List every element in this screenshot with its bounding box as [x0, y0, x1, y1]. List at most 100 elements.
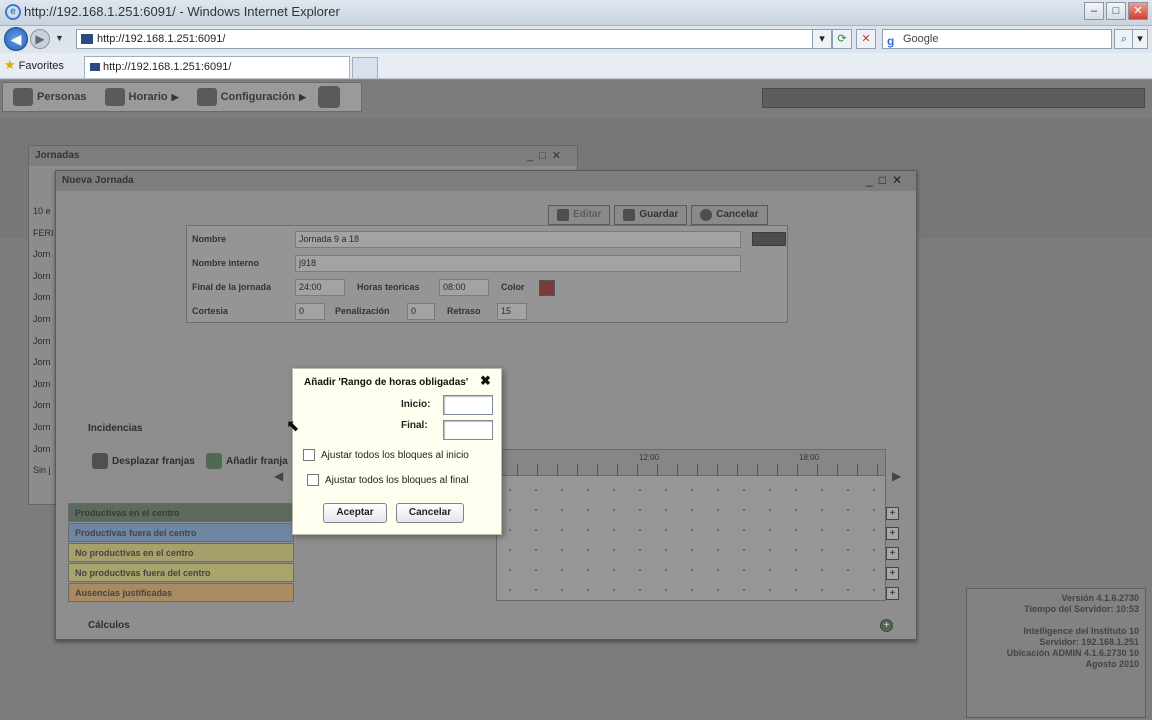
star-icon: ★: [4, 57, 16, 72]
refresh-button[interactable]: ⟳: [832, 29, 852, 49]
add-icon: [206, 453, 222, 469]
menu-personas-label: Personas: [37, 91, 87, 103]
nombre-interno-field[interactable]: j918: [295, 255, 741, 272]
category-productivas-centro[interactable]: Productivas en el centro: [68, 503, 294, 522]
timeline-cells[interactable]: [497, 480, 885, 600]
chevron-right-icon: ▶: [299, 91, 307, 102]
tab-label: http://192.168.1.251:6091/: [103, 61, 232, 73]
time-label: 12:00: [639, 453, 660, 462]
pencil-icon: [557, 209, 569, 221]
address-dropdown-button[interactable]: ▾: [812, 29, 832, 49]
search-options-button[interactable]: ▾: [1132, 29, 1148, 49]
guardar-button[interactable]: Guardar: [614, 205, 688, 225]
desplazar-franjas-button[interactable]: Desplazar franjas: [92, 453, 195, 469]
incidencias-categories: Productivas en el centro Productivas fue…: [68, 503, 294, 603]
search-button[interactable]: ⌕: [1114, 29, 1134, 49]
next-page-icon[interactable]: ▶: [892, 469, 901, 483]
ie-logo-icon: e: [5, 4, 21, 20]
exit-icon[interactable]: [318, 86, 341, 108]
row-add-button[interactable]: +: [886, 587, 899, 600]
close-icon[interactable]: ✖: [480, 373, 491, 389]
prev-page-icon[interactable]: ◀: [274, 469, 283, 483]
server-info-panel: Versión 4.1.6.2730 Tiempo del Servidor: …: [966, 588, 1146, 718]
retraso-label: Retraso: [447, 306, 481, 316]
cancelar-button[interactable]: Cancelar: [691, 205, 768, 225]
stop-button[interactable]: ✕: [856, 29, 876, 49]
row-add-button[interactable]: +: [886, 567, 899, 580]
menu-configuracion[interactable]: Configuración ▶: [191, 85, 312, 109]
final-jornada-field[interactable]: 24:00: [295, 279, 345, 296]
final-jornada-label: Final de la jornada: [192, 282, 272, 292]
maximize-button[interactable]: □: [1106, 2, 1126, 20]
nombre-extra-button[interactable]: [752, 232, 786, 246]
category-productivas-fuera[interactable]: Productivas fuera del centro: [68, 523, 294, 542]
horas-teoricas-field[interactable]: 08:00: [439, 279, 489, 296]
favorites-button[interactable]: ★ Favorites: [4, 57, 64, 73]
ajustar-inicio-label: Ajustar todos los bloques al inicio: [321, 449, 469, 461]
search-placeholder: Google: [903, 33, 939, 45]
address-bar[interactable]: http://192.168.1.251:6091/: [76, 29, 828, 49]
info-line: Servidor: 192.168.1.251: [1039, 637, 1139, 647]
inicio-input[interactable]: [443, 395, 493, 415]
save-icon: [623, 209, 636, 221]
menu-configuracion-label: Configuración: [220, 91, 296, 103]
history-dropdown-icon[interactable]: ▼: [55, 33, 64, 43]
row-add-button[interactable]: +: [886, 547, 899, 560]
address-text: http://192.168.1.251:6091/: [97, 33, 226, 45]
search-input[interactable]: g Google: [882, 29, 1112, 49]
jornadas-window-controls[interactable]: _□✕: [527, 149, 567, 162]
cortesia-label: Cortesia: [192, 306, 229, 316]
editar-button[interactable]: Editar: [548, 205, 611, 225]
timeline-ticks: [497, 464, 885, 476]
dialog-title: Añadir 'Rango de horas obligadas': [304, 377, 469, 388]
back-button[interactable]: ◀: [4, 27, 28, 51]
jornada-form: Nombre Jornada 9 a 18 Nombre interno j91…: [186, 225, 788, 323]
menu-horario[interactable]: Horario ▶: [99, 85, 185, 109]
calculos-label: Cálculos: [88, 620, 130, 631]
row-add-button[interactable]: +: [886, 527, 899, 540]
penalizacion-field[interactable]: 0: [407, 303, 435, 320]
checkbox-box[interactable]: [303, 449, 315, 461]
wrench-icon: [196, 88, 217, 106]
anadir-franja-button[interactable]: Añadir franja: [206, 453, 288, 469]
jornadas-title: Jornadas: [29, 146, 577, 166]
cortesia-field[interactable]: 0: [295, 303, 325, 320]
info-line: Versión 4.1.6.2730: [1061, 593, 1139, 603]
anadir-label: Añadir franja: [226, 455, 288, 467]
time-label: 18:00: [799, 453, 820, 462]
category-no-productivas-fuera[interactable]: No productivas fuera del centro: [68, 563, 294, 582]
new-tab-button[interactable]: [352, 57, 378, 78]
window-title: http://192.168.1.251:6091/ - Windows Int…: [24, 4, 340, 19]
site-favicon-icon: [81, 34, 93, 44]
close-window-button[interactable]: ✕: [1128, 2, 1148, 20]
category-no-productivas-centro[interactable]: No productivas en el centro: [68, 543, 294, 562]
final-label: Final:: [401, 420, 428, 431]
timeline-grid[interactable]: 12:00 18:00: [496, 449, 886, 601]
final-input[interactable]: [443, 420, 493, 440]
checkbox-box[interactable]: [307, 474, 319, 486]
editar-label: Editar: [573, 209, 602, 220]
nueva-window-controls[interactable]: _□✕: [866, 173, 908, 187]
info-line: [973, 615, 1139, 626]
ajustar-inicio-checkbox[interactable]: Ajustar todos los bloques al inicio: [303, 449, 469, 461]
forward-button[interactable]: ▶: [30, 29, 50, 49]
info-line: Ubicación ADMIN 4.1.6.2730 10: [1006, 648, 1139, 658]
ajustar-final-checkbox[interactable]: Ajustar todos los bloques al final: [307, 474, 468, 486]
color-picker[interactable]: [539, 280, 555, 296]
retraso-field[interactable]: 15: [497, 303, 527, 320]
info-line: Tiempo del Servidor: 10:53: [1024, 604, 1139, 614]
incidencias-label: Incidencias: [88, 423, 143, 434]
chevron-right-icon: ▶: [171, 91, 179, 102]
category-ausencias[interactable]: Ausencias justificadas: [68, 583, 294, 602]
move-icon: [92, 453, 108, 469]
cancelar-dialog-button[interactable]: Cancelar: [396, 503, 464, 523]
aceptar-button[interactable]: Aceptar: [323, 503, 387, 523]
browser-tab[interactable]: http://192.168.1.251:6091/: [84, 56, 350, 78]
nombre-field[interactable]: Jornada 9 a 18: [295, 231, 741, 248]
minimize-button[interactable]: –: [1084, 2, 1104, 20]
inicio-label: Inicio:: [401, 399, 431, 410]
desplazar-label: Desplazar franjas: [112, 455, 195, 467]
row-add-button[interactable]: +: [886, 507, 899, 520]
add-calculo-button[interactable]: +: [880, 619, 893, 632]
menu-personas[interactable]: Personas: [7, 85, 93, 109]
